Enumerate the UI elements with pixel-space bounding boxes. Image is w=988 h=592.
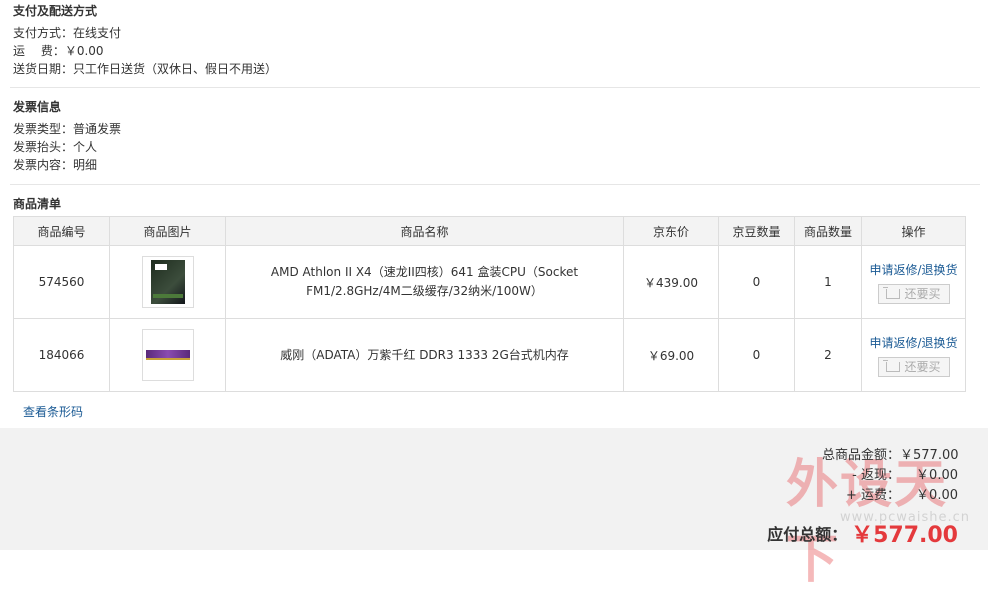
cashback-value: ￥0.00 — [916, 468, 958, 483]
product-name-link[interactable]: 威刚（ADATA）万紫千红 DDR3 1333 2G台式机内存 — [225, 318, 624, 392]
buy-again-label: 还要买 — [904, 360, 941, 374]
product-beans: 0 — [718, 245, 795, 319]
pay-total-label: 应付总额： — [767, 525, 848, 544]
cart-icon — [883, 359, 901, 372]
divider — [10, 87, 980, 88]
invoice-section-title: 发票信息 — [13, 100, 62, 114]
product-id: 184066 — [13, 318, 110, 392]
payment-method: 支付方式：在线支付 — [13, 26, 122, 40]
product-qty: 1 — [794, 245, 862, 319]
invoice-header: 发票抬头：个人 — [13, 140, 98, 154]
view-barcode-link[interactable]: 查看条形码 — [23, 403, 83, 420]
goods-total-label: 总商品金额： — [821, 448, 900, 463]
product-actions: 申请返修/退换货 还要买 — [861, 245, 966, 319]
shipping-label: + 运费： — [845, 488, 900, 503]
buy-again-label: 还要买 — [904, 287, 941, 301]
product-beans: 0 — [718, 318, 795, 392]
product-image-cell — [109, 245, 226, 319]
goods-table: 商品编号 商品图片 商品名称 京东价 京豆数量 商品数量 操作 574560 A… — [13, 216, 966, 392]
goods-total-value: ￥577.00 — [900, 448, 959, 463]
shipping-row: + 运费： ￥0.00 — [846, 484, 958, 503]
ram-stick-image[interactable] — [141, 329, 194, 381]
col-header-image: 商品图片 — [109, 216, 226, 246]
shipping-value: ￥0.00 — [916, 488, 958, 503]
return-repair-link[interactable]: 申请返修/退换货 — [862, 334, 965, 351]
col-header-price: 京东价 — [623, 216, 719, 246]
buy-again-button[interactable]: 还要买 — [877, 283, 950, 304]
cashback-row: - 返现： ￥0.00 — [852, 464, 958, 483]
product-id: 574560 — [13, 245, 110, 319]
delivery-date: 送货日期：只工作日送货（双休日、假日不用送） — [13, 62, 278, 76]
shipping-fee: 运 费：￥0.00 — [13, 44, 104, 58]
goods-section-title: 商品清单 — [13, 197, 62, 211]
return-repair-link[interactable]: 申请返修/退换货 — [862, 261, 965, 278]
product-qty: 2 — [794, 318, 862, 392]
col-header-qty: 商品数量 — [794, 216, 862, 246]
cpu-box-image[interactable] — [141, 256, 194, 308]
payment-section-title: 支付及配送方式 — [13, 4, 98, 18]
goods-total-row: 总商品金额：￥577.00 — [821, 444, 959, 463]
table-row: 184066 威刚（ADATA）万紫千红 DDR3 1333 2G台式机内存 ￥… — [13, 318, 966, 392]
product-price: ￥69.00 — [623, 318, 719, 392]
pay-total-value: ￥577.00 — [851, 523, 958, 548]
ram-stick-icon — [145, 350, 190, 360]
table-row: 574560 AMD Athlon II X4（速龙II四核）641 盒装CPU… — [13, 245, 966, 319]
invoice-content: 发票内容：明细 — [13, 158, 98, 172]
invoice-type: 发票类型：普通发票 — [13, 122, 122, 136]
product-price: ￥439.00 — [623, 245, 719, 319]
divider — [10, 184, 980, 185]
cart-icon — [883, 286, 901, 299]
product-actions: 申请返修/退换货 还要买 — [861, 318, 966, 392]
table-header-row: 商品编号 商品图片 商品名称 京东价 京豆数量 商品数量 操作 — [13, 216, 966, 246]
col-header-id: 商品编号 — [13, 216, 110, 246]
cashback-label: - 返现： — [852, 468, 900, 483]
col-header-name: 商品名称 — [225, 216, 624, 246]
pay-total-row: 应付总额： ￥577.00 — [767, 517, 958, 549]
buy-again-button[interactable]: 还要买 — [877, 356, 950, 377]
col-header-beans: 京豆数量 — [718, 216, 795, 246]
product-image-cell — [109, 318, 226, 392]
cpu-box-icon — [150, 260, 185, 304]
product-name-link[interactable]: AMD Athlon II X4（速龙II四核）641 盒装CPU（Socket… — [225, 245, 624, 319]
col-header-action: 操作 — [861, 216, 966, 246]
